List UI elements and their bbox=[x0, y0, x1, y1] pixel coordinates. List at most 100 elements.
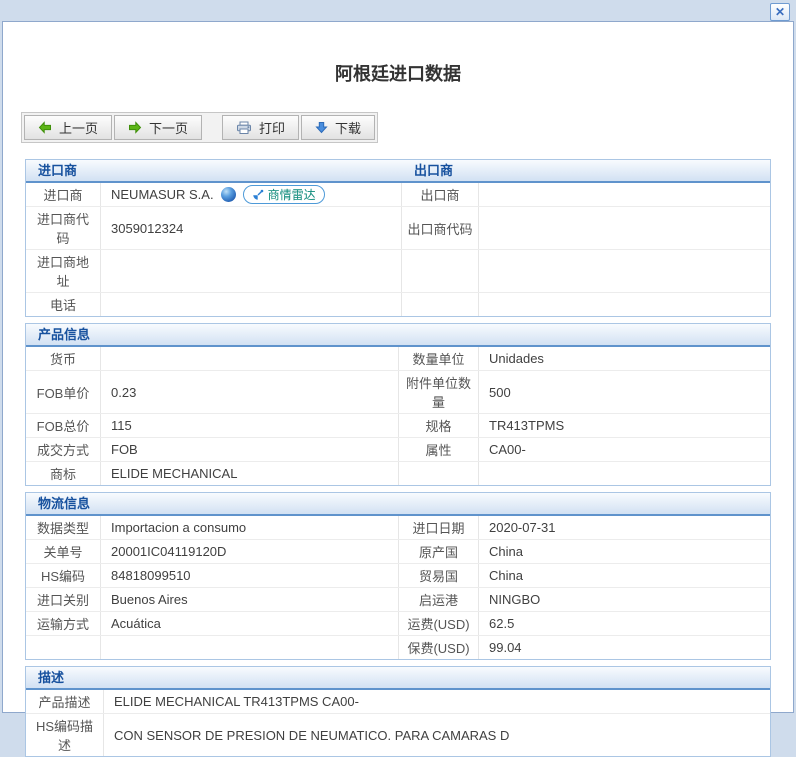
table-row: 进口商 NEUMASUR S.A. 商情雷达 bbox=[26, 183, 770, 207]
field-value: 2020-07-31 bbox=[479, 516, 770, 539]
field-label: 属性 bbox=[399, 438, 479, 461]
table-row: 运输方式 Acuática 运费(USD) 62.5 bbox=[26, 612, 770, 636]
field-value bbox=[479, 293, 770, 316]
field-label: HS编码描述 bbox=[26, 714, 104, 756]
field-value: 115 bbox=[101, 414, 399, 437]
field-label: 进口关别 bbox=[26, 588, 101, 611]
field-label bbox=[402, 250, 479, 292]
radar-dish-icon bbox=[252, 189, 264, 201]
field-label: 进口商 bbox=[26, 183, 101, 206]
field-label: 启运港 bbox=[399, 588, 479, 611]
field-label: 原产国 bbox=[399, 540, 479, 563]
prev-page-label: 上一页 bbox=[59, 118, 98, 137]
field-label: FOB总价 bbox=[26, 414, 101, 437]
field-value bbox=[101, 250, 402, 292]
table-row: 数据类型 Importacion a consumo 进口日期 2020-07-… bbox=[26, 516, 770, 540]
field-label: 进口商代码 bbox=[26, 207, 101, 249]
table-row: 产品描述 ELIDE MECHANICAL TR413TPMS CA00- bbox=[26, 690, 770, 714]
field-value: 500 bbox=[479, 371, 770, 413]
globe-icon[interactable] bbox=[221, 187, 236, 202]
field-value bbox=[479, 250, 770, 292]
field-label: 附件单位数量 bbox=[399, 371, 479, 413]
page-title: 阿根廷进口数据 bbox=[3, 60, 793, 86]
arrow-left-green-icon bbox=[38, 121, 52, 134]
field-value bbox=[479, 462, 770, 485]
importer-header: 进口商 bbox=[26, 160, 402, 181]
radar-badge-label: 商情雷达 bbox=[268, 186, 316, 203]
download-label: 下载 bbox=[335, 118, 361, 137]
field-label: 成交方式 bbox=[26, 438, 101, 461]
field-label: 进口商地址 bbox=[26, 250, 101, 292]
field-label: 运输方式 bbox=[26, 612, 101, 635]
field-label: 电话 bbox=[26, 293, 101, 316]
table-row: 成交方式 FOB 属性 CA00- bbox=[26, 438, 770, 462]
field-label: 产品描述 bbox=[26, 690, 104, 713]
field-value: 99.04 bbox=[479, 636, 770, 659]
field-label: FOB单价 bbox=[26, 371, 101, 413]
table-row: 商标 ELIDE MECHANICAL bbox=[26, 462, 770, 485]
field-label: 数据类型 bbox=[26, 516, 101, 539]
field-label: 关单号 bbox=[26, 540, 101, 563]
section-product-info: 产品信息 货币 数量单位 Unidades FOB单价 0.23 附件单位数量 … bbox=[25, 323, 771, 486]
section-logistics-info: 物流信息 数据类型 Importacion a consumo 进口日期 202… bbox=[25, 492, 771, 660]
field-value: CON SENSOR DE PRESION DE NEUMATICO. PARA… bbox=[104, 714, 770, 756]
field-value bbox=[479, 183, 770, 206]
next-page-label: 下一页 bbox=[149, 118, 188, 137]
field-value: 84818099510 bbox=[101, 564, 399, 587]
exporter-header: 出口商 bbox=[402, 160, 770, 181]
field-value: FOB bbox=[101, 438, 399, 461]
business-radar-badge[interactable]: 商情雷达 bbox=[243, 185, 325, 204]
field-value bbox=[101, 347, 399, 370]
field-label bbox=[26, 636, 101, 659]
field-value: 0.23 bbox=[101, 371, 399, 413]
table-row: HS编码描述 CON SENSOR DE PRESION DE NEUMATIC… bbox=[26, 714, 770, 756]
table-row: 进口商代码 3059012324 出口商代码 bbox=[26, 207, 770, 250]
field-value: China bbox=[479, 540, 770, 563]
print-button[interactable]: 打印 bbox=[222, 115, 299, 140]
field-label: 商标 bbox=[26, 462, 101, 485]
field-label: HS编码 bbox=[26, 564, 101, 587]
field-value: ELIDE MECHANICAL bbox=[101, 462, 399, 485]
print-label: 打印 bbox=[259, 118, 285, 137]
dialog: 阿根廷进口数据 上一页 下一页 打印 bbox=[2, 21, 794, 713]
field-value: 3059012324 bbox=[101, 207, 402, 249]
field-value bbox=[101, 636, 399, 659]
field-label bbox=[399, 462, 479, 485]
field-label: 出口商 bbox=[402, 183, 479, 206]
importer-name: NEUMASUR S.A. bbox=[111, 187, 214, 202]
download-button[interactable]: 下载 bbox=[301, 115, 375, 140]
field-label: 进口日期 bbox=[399, 516, 479, 539]
field-value: CA00- bbox=[479, 438, 770, 461]
field-value: Buenos Aires bbox=[101, 588, 399, 611]
section-importer-exporter: 进口商 出口商 进口商 NEUMASUR S.A. bbox=[25, 159, 771, 317]
table-row: HS编码 84818099510 贸易国 China bbox=[26, 564, 770, 588]
table-row: FOB总价 115 规格 TR413TPMS bbox=[26, 414, 770, 438]
field-value: TR413TPMS bbox=[479, 414, 770, 437]
printer-icon bbox=[236, 121, 252, 135]
section-description: 描述 产品描述 ELIDE MECHANICAL TR413TPMS CA00-… bbox=[25, 666, 771, 757]
field-label: 运费(USD) bbox=[399, 612, 479, 635]
field-label: 货币 bbox=[26, 347, 101, 370]
field-label: 规格 bbox=[399, 414, 479, 437]
field-label: 贸易国 bbox=[399, 564, 479, 587]
prev-page-button[interactable]: 上一页 bbox=[24, 115, 112, 140]
field-label bbox=[402, 293, 479, 316]
field-value: NINGBO bbox=[479, 588, 770, 611]
logistics-info-header: 物流信息 bbox=[26, 493, 770, 516]
field-value: NEUMASUR S.A. 商情雷达 bbox=[101, 183, 402, 206]
next-page-button[interactable]: 下一页 bbox=[114, 115, 202, 140]
table-row: 保费(USD) 99.04 bbox=[26, 636, 770, 659]
field-value: 62.5 bbox=[479, 612, 770, 635]
toolbar: 上一页 下一页 打印 下载 bbox=[21, 112, 378, 143]
field-value: Unidades bbox=[479, 347, 770, 370]
product-info-header: 产品信息 bbox=[26, 324, 770, 347]
field-value bbox=[101, 293, 402, 316]
field-value bbox=[479, 207, 770, 249]
arrow-down-blue-icon bbox=[315, 121, 328, 134]
field-value: Importacion a consumo bbox=[101, 516, 399, 539]
section-header: 进口商 出口商 bbox=[26, 160, 770, 183]
table-row: 关单号 20001IC04119120D 原产国 China bbox=[26, 540, 770, 564]
close-button[interactable]: ✕ bbox=[770, 3, 790, 21]
table-row: 进口商地址 bbox=[26, 250, 770, 293]
close-icon: ✕ bbox=[775, 5, 785, 19]
